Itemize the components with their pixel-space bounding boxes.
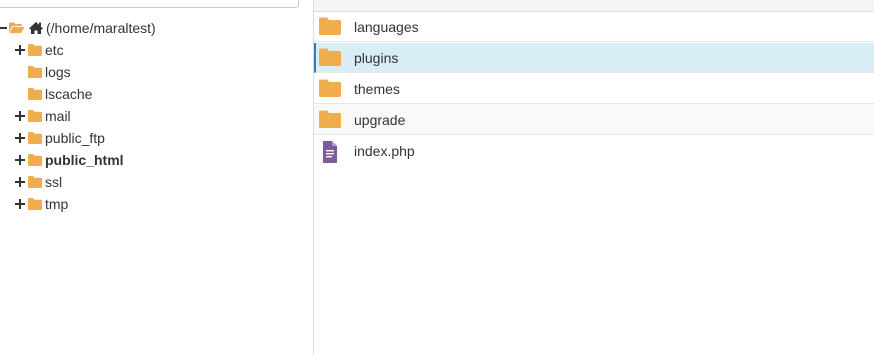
tree-item-public-ftp[interactable]: public_ftp (15, 128, 105, 148)
folder-icon (28, 154, 42, 166)
folder-icon (28, 88, 42, 100)
folder-icon (319, 17, 341, 37)
file-name[interactable]: upgrade (354, 112, 405, 128)
folder-icon (28, 176, 42, 188)
file-name[interactable]: index.php (354, 143, 415, 159)
file-name[interactable]: plugins (354, 50, 398, 66)
file-manager: (/home/maraltest) etc logs lscache mail … (0, 0, 874, 355)
tree-item-label[interactable]: ssl (45, 174, 62, 190)
tree-item-label[interactable]: public_html (45, 152, 124, 168)
tree-root-label[interactable]: (/home/maraltest) (46, 20, 156, 36)
tree-item-public-html[interactable]: public_html (15, 150, 124, 170)
expand-icon[interactable] (15, 133, 25, 143)
tree-search-input[interactable] (0, 0, 299, 8)
file-list-header (314, 0, 874, 12)
collapse-icon[interactable] (0, 23, 7, 33)
tree-item-label[interactable]: lscache (45, 86, 92, 102)
tree-item-label[interactable]: etc (45, 42, 64, 58)
folder-icon (28, 198, 42, 210)
folder-icon (319, 79, 341, 99)
expand-icon[interactable] (15, 45, 25, 55)
home-icon (28, 21, 44, 35)
folder-icon (28, 44, 42, 56)
expand-icon[interactable] (15, 111, 25, 121)
tree-item-ssl[interactable]: ssl (15, 172, 62, 192)
folder-open-icon (9, 22, 25, 34)
expand-icon[interactable] (15, 177, 25, 187)
file-row-index-php[interactable]: index.php (314, 136, 874, 166)
tree-item-etc[interactable]: etc (15, 40, 64, 60)
directory-tree: (/home/maraltest) etc logs lscache mail … (0, 0, 313, 355)
text-file-icon (319, 141, 341, 163)
file-row-themes[interactable]: themes (314, 74, 874, 104)
tree-item-mail[interactable]: mail (15, 106, 71, 126)
tree-item-tmp[interactable]: tmp (15, 194, 68, 214)
tree-item-logs[interactable]: logs (28, 62, 71, 82)
tree-item-label[interactable]: tmp (45, 196, 68, 212)
file-row-languages[interactable]: languages (314, 12, 874, 42)
folder-icon (319, 48, 341, 68)
tree-item-label[interactable]: mail (45, 108, 71, 124)
file-name[interactable]: languages (354, 19, 419, 35)
file-row-plugins[interactable]: plugins (314, 43, 874, 73)
folder-icon (28, 110, 42, 122)
tree-root[interactable]: (/home/maraltest) (0, 18, 156, 38)
tree-item-lscache[interactable]: lscache (28, 84, 92, 104)
expand-icon[interactable] (15, 155, 25, 165)
file-list: languages plugins themes upgrade index.p… (314, 0, 874, 355)
folder-icon (319, 110, 341, 130)
folder-icon (28, 132, 42, 144)
file-row-upgrade[interactable]: upgrade (314, 105, 874, 135)
folder-icon (28, 66, 42, 78)
file-name[interactable]: themes (354, 81, 400, 97)
expand-icon[interactable] (15, 199, 25, 209)
tree-item-label[interactable]: logs (45, 64, 71, 80)
tree-item-label[interactable]: public_ftp (45, 130, 105, 146)
